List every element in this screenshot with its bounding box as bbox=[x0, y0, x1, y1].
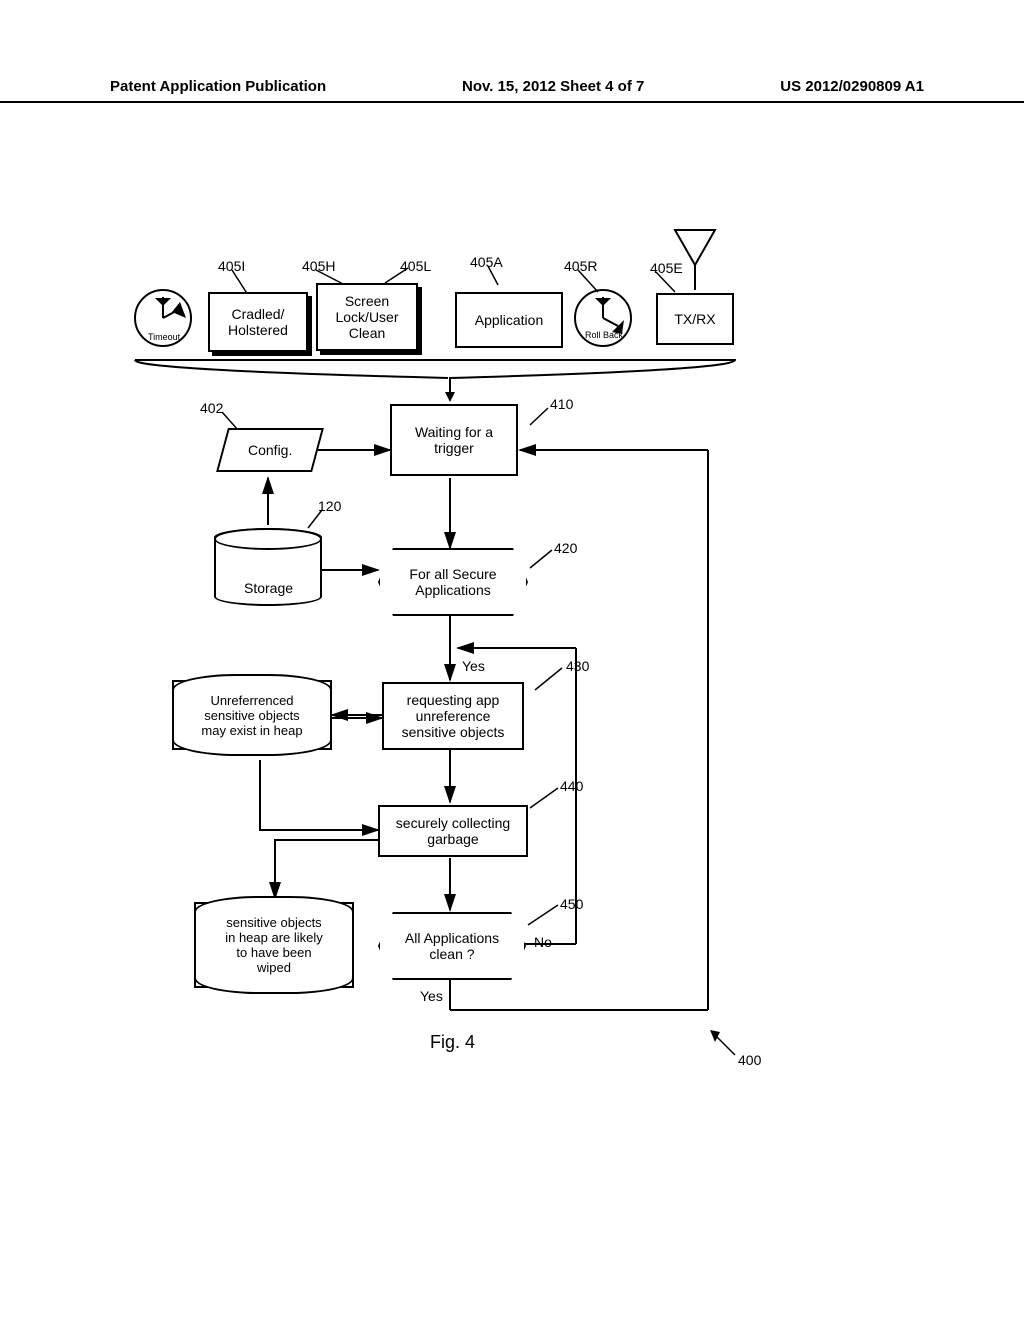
figure-caption: Fig. 4 bbox=[430, 1032, 475, 1054]
yes-2: Yes bbox=[420, 988, 443, 1005]
cloud-wiped: sensitive objects in heap are likely to … bbox=[194, 902, 354, 988]
box-collecting: securely collecting garbage bbox=[378, 805, 528, 857]
ref-405E: 405E bbox=[650, 260, 683, 277]
hex-secure-apps-body: For all Secure Applications bbox=[378, 548, 528, 616]
box-txrx: TX/RX bbox=[656, 293, 734, 345]
ref-402: 402 bbox=[200, 400, 223, 417]
ref-420: 420 bbox=[554, 540, 577, 557]
page: Patent Application Publication Nov. 15, … bbox=[0, 0, 1024, 1320]
ref-450: 450 bbox=[560, 896, 583, 913]
ref-120: 120 bbox=[318, 498, 341, 515]
hex-secure-apps: For all Secure Applications bbox=[378, 548, 528, 616]
diagram-canvas: 405I 405H 405L 405A 405R 405E bbox=[0, 0, 1024, 1320]
no-label: No bbox=[534, 934, 552, 951]
config-text: Config. bbox=[248, 442, 292, 458]
timeout-label: Timeout bbox=[148, 332, 180, 343]
config-node: Config. bbox=[216, 428, 324, 472]
ref-440: 440 bbox=[560, 778, 583, 795]
ref-410: 410 bbox=[550, 396, 573, 413]
box-application: Application bbox=[455, 292, 563, 348]
hex-all-clean: All Applications clean ? bbox=[378, 912, 526, 980]
ref-405R: 405R bbox=[564, 258, 597, 275]
hex-all-clean-body: All Applications clean ? bbox=[378, 912, 526, 980]
box-screenlock: Screen Lock/User Clean bbox=[316, 283, 418, 351]
box-cradled: Cradled/ Holstered bbox=[208, 292, 308, 352]
ref-405I: 405I bbox=[218, 258, 245, 275]
diagram-svg bbox=[0, 0, 1024, 1320]
ref-400: 400 bbox=[738, 1052, 761, 1069]
storage-label: Storage bbox=[244, 580, 293, 597]
yes-1: Yes bbox=[462, 658, 485, 675]
ref-405L: 405L bbox=[400, 258, 431, 275]
box-request-unref: requesting app unreference sensitive obj… bbox=[382, 682, 524, 750]
ref-405H: 405H bbox=[302, 258, 335, 275]
cloud-unref: Unreferrenced sensitive objects may exis… bbox=[172, 680, 332, 750]
rollback-label: Roll Back bbox=[585, 330, 623, 341]
ref-405A: 405A bbox=[470, 254, 503, 271]
box-waiting: Waiting for a trigger bbox=[390, 404, 518, 476]
ref-430: 430 bbox=[566, 658, 589, 675]
